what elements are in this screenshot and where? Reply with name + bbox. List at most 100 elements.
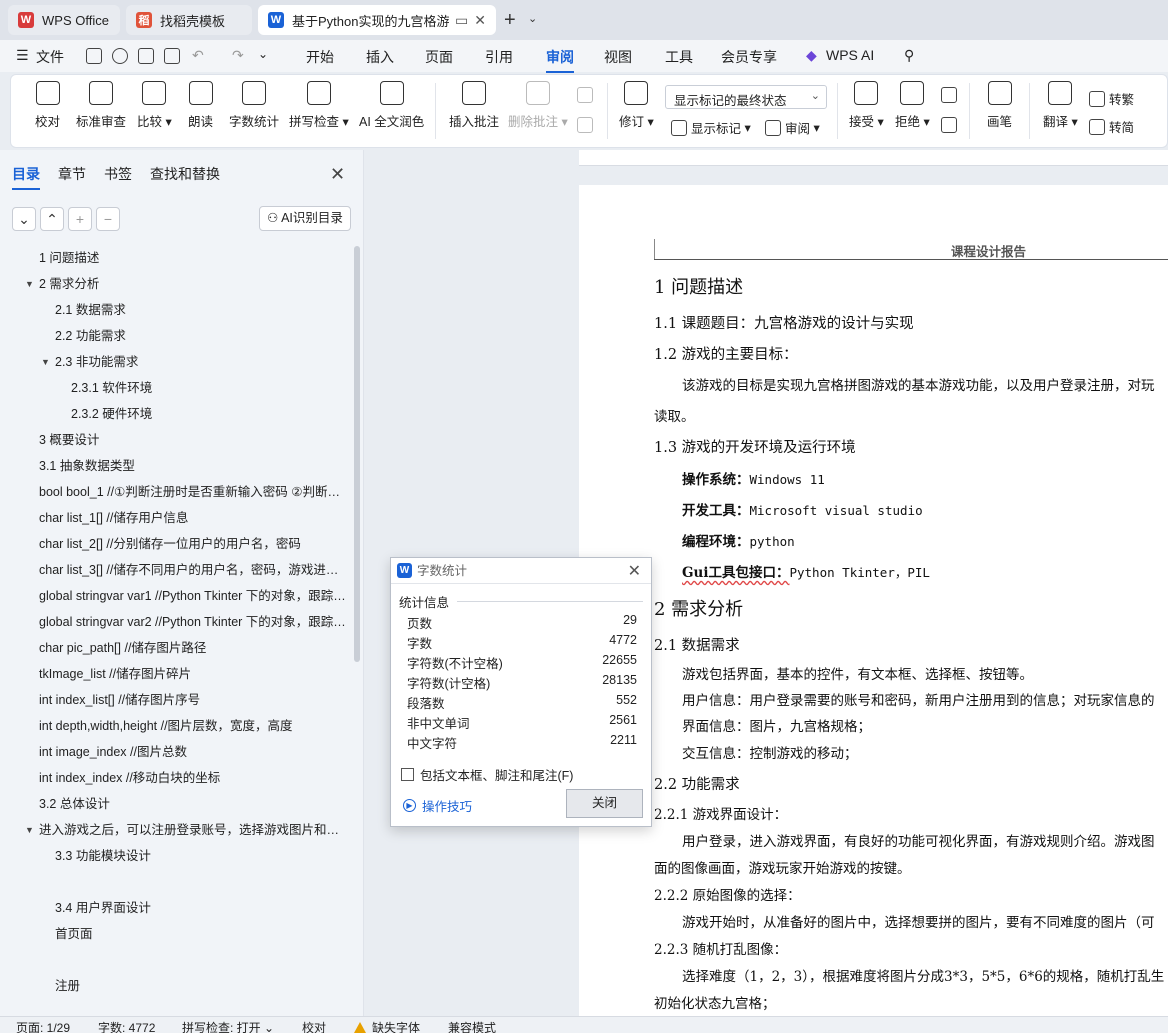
tips-link[interactable]: ▶ 操作技巧 (403, 796, 472, 815)
menu-review[interactable]: 审阅 (546, 47, 574, 73)
show-markup-button[interactable]: 显示标记 ▾ (671, 118, 751, 137)
tab-template[interactable]: 稻 找稻壳模板 (126, 5, 252, 35)
toc-item[interactable]: char list_3[] //储存不同用户的用户名，密码，游戏进度… (39, 558, 347, 582)
nav-scrollbar[interactable] (354, 246, 360, 662)
next-change-icon[interactable] (941, 117, 957, 133)
toc-item[interactable]: int depth,width,height //图片层数，宽度，高度 (39, 714, 347, 738)
markup-view-select[interactable]: 显示标记的最终状态 ⌄ (665, 85, 827, 109)
heading-1-2[interactable]: 1.2 游戏的主要目标： (654, 343, 798, 364)
tab-wps-office[interactable]: W WPS Office (8, 5, 120, 35)
toc-item[interactable]: int index_list[] //储存图片序号 (39, 688, 347, 712)
prev-comment-icon[interactable] (577, 87, 593, 103)
reject-button[interactable]: 拒绝 ▾ (895, 81, 930, 130)
review-pane-button[interactable]: 审阅 ▾ (765, 118, 820, 137)
close-icon[interactable]: ✕ (628, 561, 641, 581)
pen-button[interactable]: 画笔 (987, 81, 1012, 130)
toc-item[interactable]: global stringvar var2 //Python Tkinter 下… (39, 610, 347, 634)
save-icon[interactable] (86, 48, 102, 64)
word-count-indicator[interactable]: 字数: 4772 (98, 1019, 155, 1033)
heading-2[interactable]: 2 需求分析 (654, 595, 743, 621)
menu-member[interactable]: 会员专享 (721, 47, 777, 67)
toc-item[interactable]: char list_1[] //储存用户信息 (39, 506, 347, 530)
spell-check-button[interactable]: 拼写检查 ▾ (289, 81, 349, 130)
paragraph[interactable]: 游戏包括界面，基本的控件，有文本框、选择框、按钮等。 (682, 663, 1033, 683)
toc-item[interactable]: 首页面 (55, 922, 345, 946)
nav-tab-find-replace[interactable]: 查找和替换 (150, 164, 220, 184)
toc-item[interactable]: char list_2[] //分别储存一位用户的用户名，密码 (39, 532, 347, 556)
paragraph[interactable]: 面的图像画面，游戏玩家开始游戏的按键。 (654, 857, 911, 877)
collapse-down-icon[interactable]: ⌄ (12, 207, 36, 231)
track-changes-button[interactable]: 修订 ▾ (619, 81, 654, 130)
heading-2-1[interactable]: 2.1 数据需求 (654, 634, 740, 655)
heading-2-2-1[interactable]: 2.2.1 游戏界面设计： (654, 803, 787, 823)
toc-item[interactable]: 2.1 数据需求 (55, 298, 345, 322)
search-icon[interactable]: ⚲ (904, 47, 914, 64)
toc-item[interactable]: 3.4 用户界面设计 (55, 896, 345, 920)
demote-minus-icon[interactable]: − (96, 207, 120, 231)
toc-item[interactable]: ▼ 2 需求分析 (25, 272, 349, 296)
next-comment-icon[interactable] (577, 117, 593, 133)
paragraph[interactable]: 交互信息：控制游戏的移动； (682, 742, 858, 762)
paragraph[interactable]: 用户登录，进入游戏界面，有良好的功能可视化界面，有游戏规则介绍。游戏图 (682, 830, 1155, 850)
heading-1-3[interactable]: 1.3 游戏的开发环境及运行环境 (654, 436, 856, 457)
compare-button[interactable]: 比较 ▾ (137, 81, 172, 130)
page-indicator[interactable]: 页面: 1/29 (16, 1019, 70, 1033)
new-tab-icon[interactable]: + (504, 9, 516, 32)
tab-list-chevron-icon[interactable]: ⌄ (528, 12, 537, 25)
page-2[interactable]: 课程设计报告 1 问题描述 1.1 课题题目：九宫格游戏的设计与实现 1.2 游… (579, 185, 1168, 1016)
to-simplified-button[interactable]: 转简 (1089, 117, 1134, 136)
print-preview-icon[interactable] (164, 48, 180, 64)
quick-access-chevron-icon[interactable]: ⌄ (258, 47, 268, 61)
toc-item[interactable]: 2.3.1 软件环境 (71, 376, 341, 400)
toc-item[interactable]: 3.3 功能模块设计 (55, 844, 345, 868)
standard-review-button[interactable]: 标准审查 (76, 81, 126, 130)
monitor-icon[interactable]: ▭ (455, 12, 468, 29)
delete-comment-button[interactable]: 删除批注 ▾ (508, 81, 568, 130)
ai-toc-button[interactable]: ⚇ AI识别目录 (259, 206, 351, 231)
heading-2-2-2[interactable]: 2.2.2 原始图像的选择： (654, 884, 801, 904)
close-icon[interactable]: ✕ (330, 164, 345, 185)
expand-triangle-icon[interactable]: ▼ (41, 350, 50, 374)
promote-plus-icon[interactable]: + (68, 207, 92, 231)
toc-item[interactable]: int index_index //移动白块的坐标 (39, 766, 347, 790)
read-aloud-button[interactable]: 朗读 (188, 81, 213, 130)
word-count-button[interactable]: 字数统计 (229, 81, 279, 130)
toc-item[interactable]: 3.1 抽象数据类型 (39, 454, 349, 478)
menu-page[interactable]: 页面 (425, 47, 453, 67)
nav-tab-sections[interactable]: 章节 (58, 164, 86, 184)
paragraph[interactable]: 用户信息：用户登录需要的账号和密码，新用户注册用到的信息；对玩家信息的 (682, 689, 1155, 709)
toc-item[interactable]: 1 问题描述 (39, 246, 349, 270)
menu-wps-ai[interactable]: WPS AI (826, 47, 874, 63)
spell-check-indicator[interactable]: 拼写检查: 打开 ⌄ (182, 1019, 274, 1033)
heading-2-2[interactable]: 2.2 功能需求 (654, 773, 740, 794)
checkbox-box[interactable] (401, 768, 414, 781)
undo-icon[interactable]: ↶ (192, 47, 204, 64)
menu-tools[interactable]: 工具 (665, 47, 693, 67)
paragraph[interactable]: 初始化状态九宫格； (654, 992, 776, 1012)
env-tool-line[interactable]: 开发工具：Microsoft visual studio (682, 499, 923, 519)
heading-2-2-3[interactable]: 2.2.3 随机打乱图像： (654, 938, 787, 958)
paragraph[interactable]: 该游戏的目标是实现九宫格拼图游戏的基本游戏功能，以及用户登录注册，对玩 (682, 374, 1155, 394)
expand-up-icon[interactable]: ⌃ (40, 207, 64, 231)
toc-item[interactable]: bool bool_1 //①判断注册时是否重新输入密码 ②判断登录… (39, 480, 347, 504)
paragraph[interactable]: 选择难度（1，2，3），根据难度将图片分成3*3，5*5，6*6的规格，随机打乱… (682, 965, 1164, 985)
heading-1-1[interactable]: 1.1 课题题目：九宫格游戏的设计与实现 (654, 312, 914, 333)
ai-polish-button[interactable]: AI 全文润色 (359, 81, 424, 130)
env-gui-line[interactable]: Gui工具包接口：Python Tkinter，PIL (682, 561, 930, 581)
print-icon[interactable] (138, 48, 154, 64)
expand-triangle-icon[interactable]: ▼ (25, 818, 34, 842)
toc-item[interactable]: 注册 (55, 974, 345, 998)
menu-insert[interactable]: 插入 (366, 47, 394, 67)
toc-item[interactable]: tkImage_list //储存图片碎片 (39, 662, 347, 686)
close-tab-icon[interactable]: ✕ (474, 12, 486, 29)
include-textbox-checkbox[interactable]: 包括文本框、脚注和尾注(F) (401, 765, 573, 784)
paragraph[interactable]: 游戏开始时，从准备好的图片中，选择想要拼的图片，要有不同难度的图片（可 (682, 911, 1155, 931)
toc-item[interactable]: int image_index //图片总数 (39, 740, 347, 764)
toc-item[interactable]: 2.3.2 硬件环境 (71, 402, 341, 426)
proof-indicator[interactable]: 校对 (302, 1019, 326, 1033)
paragraph[interactable]: 读取。 (654, 405, 695, 425)
menu-reference[interactable]: 引用 (485, 47, 513, 67)
menu-start[interactable]: 开始 (306, 47, 334, 67)
accept-button[interactable]: 接受 ▾ (849, 81, 884, 130)
heading-1[interactable]: 1 问题描述 (654, 273, 743, 299)
